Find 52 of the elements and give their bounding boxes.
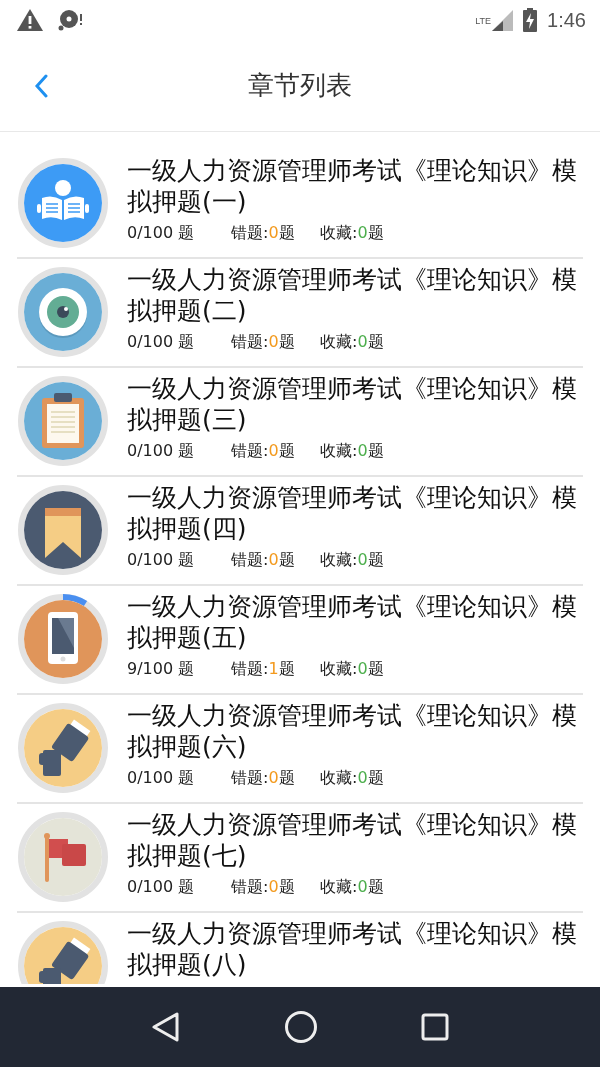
chapter-title: 一级人力资源管理师考试《理论知识》模拟押题(二) [127, 264, 578, 326]
bookmark-icon [45, 508, 81, 558]
smartphone-icon [48, 612, 78, 664]
favorite-count: 收藏:0题 [320, 877, 384, 898]
favorite-count: 收藏:0题 [320, 550, 384, 571]
flag-icon [44, 833, 86, 882]
chapter-row[interactable]: 一级人力资源管理师考试《理论知识》模拟押题(七) 0/100 题 错题:0题 收藏:0题 [17, 804, 583, 913]
wrong-count: 错题:0题 [231, 550, 296, 571]
wrong-count: 错题:0题 [231, 332, 296, 353]
progress-count: 0/100 题 [127, 441, 196, 462]
chapter-row[interactable]: 一级人力资源管理师考试《理论知识》模拟押题(三) 0/100 题 错题:0题 收藏:0题 [17, 368, 583, 477]
chapter-title: 一级人力资源管理师考试《理论知识》模拟押题(七) [127, 809, 578, 871]
chapter-row[interactable]: 一级人力资源管理师考试《理论知识》模拟押题(六) 0/100 题 错题:0题 收藏:0题 [17, 695, 583, 804]
wrong-count: 错题:0题 [231, 768, 296, 789]
clipboard-icon [42, 393, 84, 448]
clock-time: 1:46 [547, 8, 586, 32]
chapter-title: 一级人力资源管理师考试《理论知识》模拟押题(六) [127, 700, 578, 762]
progress-count: 9/100 题 [127, 659, 196, 680]
chapter-title: 一级人力资源管理师考试《理论知识》模拟押题(八) [127, 918, 578, 980]
favorite-count: 收藏:0题 [320, 659, 384, 680]
chapter-row[interactable]: 一级人力资源管理师考试《理论知识》模拟押题(二) 0/100 题 错题:0题 收藏:0题 [17, 259, 583, 368]
chapter-row[interactable]: 一级人力资源管理师考试《理论知识》模拟押题(五) 9/100 题 错题:1题 收藏:0题 [17, 586, 583, 695]
usb-stick-icon [39, 937, 91, 984]
reader-book-icon [37, 180, 89, 220]
wrong-count: 错题:0题 [231, 877, 296, 898]
battery-charging-icon [523, 8, 538, 32]
back-icon [34, 74, 48, 98]
progress-count: 0/100 题 [127, 768, 196, 789]
wrong-count: 错题:0题 [231, 223, 296, 244]
usb-stick-icon [39, 719, 91, 776]
chapter-row[interactable]: 一级人力资源管理师考试《理论知识》模拟押题(四) 0/100 题 错题:0题 收藏:0题 [17, 477, 583, 586]
signal-icon [491, 9, 514, 31]
wrong-count: 错题:1题 [231, 659, 296, 680]
eye-icon [39, 288, 87, 338]
disc-alert-icon [58, 9, 84, 31]
chapter-row[interactable]: 一级人力资源管理师考试《理论知识》模拟押题(一) 0/100 题 错题:0题 收藏:0题 [17, 150, 583, 259]
favorite-count: 收藏:0题 [320, 768, 384, 789]
progress-count: 0/100 题 [127, 550, 196, 571]
chapter-title: 一级人力资源管理师考试《理论知识》模拟押题(三) [127, 373, 578, 435]
favorite-count: 收藏:0题 [320, 441, 384, 462]
page-title: 章节列表 [248, 69, 352, 102]
wrong-count: 错题:0题 [231, 441, 296, 462]
progress-count: 0/100 题 [127, 877, 196, 898]
favorite-count: 收藏:0题 [320, 223, 384, 244]
chapter-title: 一级人力资源管理师考试《理论知识》模拟押题(四) [127, 482, 578, 544]
chapter-title: 一级人力资源管理师考试《理论知识》模拟押题(五) [127, 591, 578, 653]
favorite-count: 收藏:0题 [320, 332, 384, 353]
warning-icon [16, 8, 44, 32]
progress-count: 0/100 题 [127, 223, 196, 244]
network-type: LTE [475, 16, 492, 26]
chapter-title: 一级人力资源管理师考试《理论知识》模拟押题(一) [127, 155, 578, 217]
progress-count: 0/100 题 [127, 332, 196, 353]
